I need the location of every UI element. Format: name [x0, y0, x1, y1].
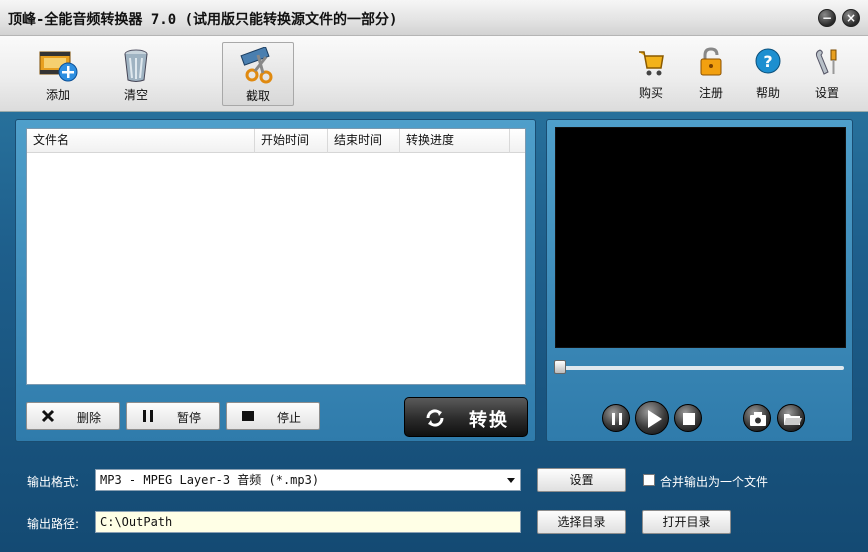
title-bar: 顶峰-全能音频转换器 7.0 (试用版只能转换源文件的一部分) − ×: [0, 0, 868, 36]
format-settings-button[interactable]: 设置: [537, 468, 626, 492]
play-button[interactable]: [635, 401, 669, 435]
stop-icon: [683, 413, 695, 425]
camera-icon: [750, 412, 766, 426]
x-icon: [41, 409, 55, 423]
window-title: 顶峰-全能音频转换器 7.0 (试用版只能转换源文件的一部分): [8, 12, 398, 28]
stop-playback-button[interactable]: [674, 404, 702, 432]
merge-output-label: 合并输出为一个文件: [660, 475, 769, 489]
column-start-time[interactable]: 开始时间: [255, 129, 328, 153]
refresh-icon: [426, 409, 444, 427]
close-button[interactable]: ×: [842, 9, 860, 27]
stop-icon: [242, 411, 254, 421]
column-filename[interactable]: 文件名: [27, 129, 255, 153]
output-format-value: MP3 - MPEG Layer-3 音频 (*.mp3): [100, 473, 320, 487]
file-list-header: 文件名 开始时间 结束时间 转换进度: [27, 129, 525, 153]
play-icon: [648, 410, 662, 428]
add-film-icon: [39, 51, 78, 82]
choose-directory-button[interactable]: 选择目录: [537, 510, 626, 534]
clear-label: 清空: [123, 88, 148, 102]
open-folder-button[interactable]: [777, 404, 805, 432]
folder-icon: [784, 414, 802, 425]
output-path-label: 输出路径:: [27, 517, 80, 531]
merge-output-checkbox[interactable]: [643, 474, 655, 486]
register-button[interactable]: 注册: [686, 46, 736, 108]
pause-playback-button[interactable]: [602, 404, 630, 432]
output-format-label: 输出格式:: [27, 475, 80, 489]
pause-button[interactable]: 暂停: [126, 402, 220, 430]
add-label: 添加: [45, 88, 70, 102]
pause-icon: [143, 410, 153, 422]
trash-can-icon: [124, 49, 148, 82]
settings-label: 设置: [814, 86, 839, 100]
preview-panel: [546, 119, 853, 442]
file-list[interactable]: 文件名 开始时间 结束时间 转换进度: [26, 128, 526, 385]
output-path-input[interactable]: C:\OutPath: [95, 511, 521, 533]
lock-icon: [700, 47, 722, 76]
delete-button[interactable]: 删除: [26, 402, 120, 430]
wrench-screwdriver-icon: [815, 49, 837, 75]
help-icon: ?: [755, 48, 781, 74]
toolbar: 添加 清空 截取 购买 注册 ? 帮助 设置: [0, 36, 868, 112]
stop-label: 停止: [277, 411, 302, 425]
cart-icon: [639, 51, 664, 76]
open-directory-button[interactable]: 打开目录: [642, 510, 731, 534]
seek-thumb[interactable]: [554, 360, 566, 374]
pause-label: 暂停: [177, 411, 202, 425]
convert-label: 转换: [469, 410, 509, 431]
help-button[interactable]: ? 帮助: [743, 46, 793, 108]
convert-button[interactable]: 转换: [404, 397, 528, 437]
buy-button[interactable]: 购买: [626, 46, 676, 108]
clear-button[interactable]: 清空: [100, 42, 172, 106]
settings-button[interactable]: 设置: [802, 46, 852, 108]
svg-text:?: ?: [763, 52, 772, 71]
column-progress[interactable]: 转换进度: [400, 129, 510, 153]
help-label: 帮助: [755, 86, 780, 100]
column-end-time[interactable]: 结束时间: [328, 129, 400, 153]
minimize-button[interactable]: −: [818, 9, 836, 27]
seek-bar[interactable]: [554, 360, 844, 374]
register-label: 注册: [698, 86, 723, 100]
snapshot-button[interactable]: [743, 404, 771, 432]
output-path-value: C:\OutPath: [100, 515, 173, 529]
file-list-panel: 文件名 开始时间 结束时间 转换进度 删除 暂停 停止 转换: [15, 119, 536, 442]
scissors-film-icon: [240, 47, 273, 84]
cut-button[interactable]: 截取: [222, 42, 294, 106]
cut-label: 截取: [245, 89, 270, 103]
stop-button[interactable]: 停止: [226, 402, 320, 430]
output-format-select[interactable]: MP3 - MPEG Layer-3 音频 (*.mp3): [95, 469, 521, 491]
delete-label: 删除: [77, 411, 102, 425]
add-button[interactable]: 添加: [22, 42, 94, 106]
chevron-down-icon[interactable]: [502, 470, 520, 490]
video-preview: [555, 127, 846, 348]
buy-label: 购买: [638, 86, 663, 100]
pause-icon: [612, 413, 622, 425]
